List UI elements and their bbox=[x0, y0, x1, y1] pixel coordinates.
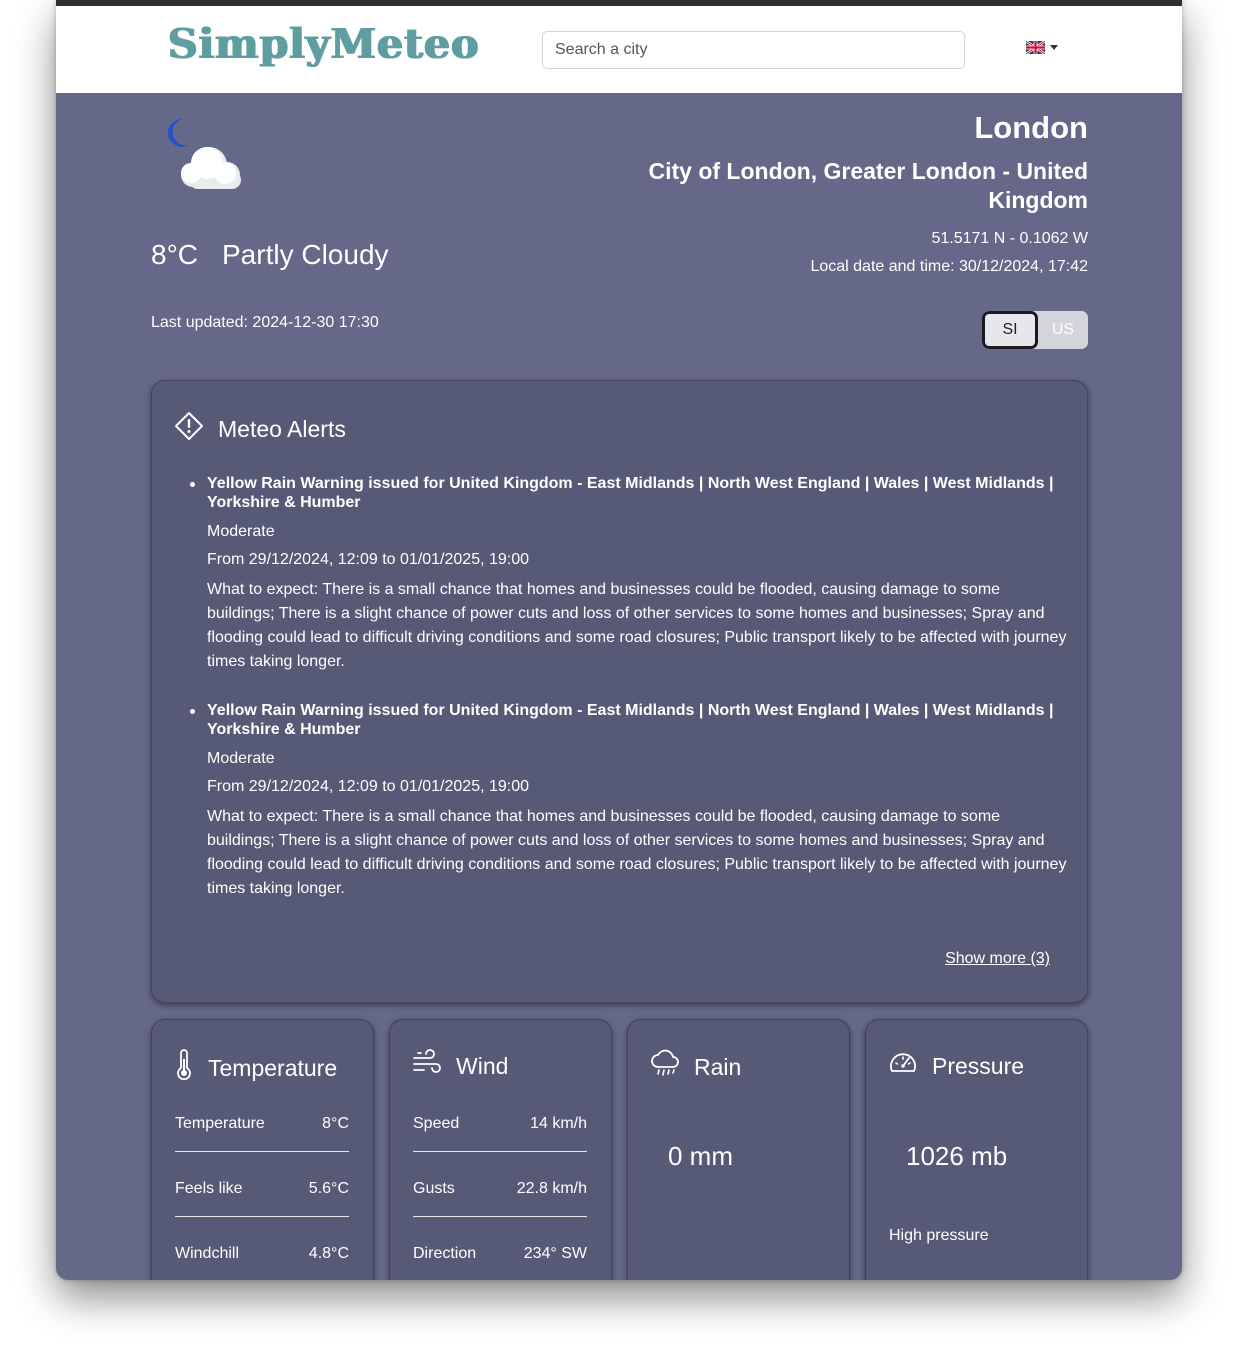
alerts-header: Meteo Alerts bbox=[174, 411, 346, 447]
alerts-title: Meteo Alerts bbox=[218, 415, 346, 442]
pressure-note: High pressure bbox=[889, 1227, 989, 1244]
stat-value: 5.6°C bbox=[308, 1180, 349, 1197]
partly-cloudy-night-icon bbox=[159, 113, 259, 193]
alert-item: Yellow Rain Warning issued for United Ki… bbox=[190, 474, 1067, 674]
alert-title: Yellow Rain Warning issued for United Ki… bbox=[207, 702, 1054, 738]
coordinates: 51.5171 N - 0.1062 W bbox=[931, 230, 1088, 247]
current-weather: 8°C Partly Cloudy bbox=[151, 239, 389, 271]
uk-flag-icon bbox=[1026, 41, 1045, 54]
local-time: Local date and time: 30/12/2024, 17:42 bbox=[810, 258, 1088, 275]
current-condition: Partly Cloudy bbox=[222, 239, 389, 270]
logo[interactable]: SimplyMeteo bbox=[168, 20, 479, 68]
current-temperature: 8°C bbox=[151, 239, 198, 270]
search-input[interactable] bbox=[542, 31, 965, 69]
stat-value: 22.8 km/h bbox=[516, 1180, 587, 1197]
unit-si-button[interactable]: SI bbox=[982, 311, 1038, 349]
region-name: City of London, Greater London - United … bbox=[648, 158, 1088, 213]
stat-value: 8°C bbox=[322, 1115, 349, 1132]
rain-card: Rain 0 mm bbox=[627, 1019, 850, 1280]
divider bbox=[413, 1216, 587, 1217]
pressure-card-title: Pressure bbox=[932, 1052, 1025, 1079]
stat-row: Gusts 22.8 km/h bbox=[413, 1180, 587, 1198]
stat-row: Temperature 8°C bbox=[175, 1115, 349, 1133]
temperature-card-title: Temperature bbox=[208, 1054, 338, 1081]
meteo-alerts-card: Meteo Alerts Yellow Rain Warning issued … bbox=[151, 380, 1088, 1003]
last-updated-label: Last updated: bbox=[151, 314, 248, 331]
stat-row: Speed 14 km/h bbox=[413, 1115, 587, 1133]
stat-label: Windchill bbox=[175, 1245, 240, 1262]
temperature-card-header: Temperature bbox=[174, 1049, 337, 1087]
temperature-card: Temperature Temperature 8°C Feels like 5… bbox=[151, 1019, 374, 1280]
alert-title: Yellow Rain Warning issued for United Ki… bbox=[207, 475, 1054, 511]
language-dropdown[interactable] bbox=[1026, 41, 1058, 54]
pressure-card: Pressure 1026 mb High pressure bbox=[865, 1019, 1088, 1280]
stat-label: Direction bbox=[413, 1245, 477, 1262]
pressure-value: 1026 mb bbox=[906, 1141, 1008, 1171]
stat-row: Feels like 5.6°C bbox=[175, 1180, 349, 1198]
alert-period: From 29/12/2024, 12:09 to 01/01/2025, 19… bbox=[207, 551, 530, 568]
show-more-link[interactable]: Show more (3) bbox=[945, 950, 1050, 968]
chevron-down-icon bbox=[1050, 45, 1058, 50]
alert-period: From 29/12/2024, 12:09 to 01/01/2025, 19… bbox=[207, 778, 530, 795]
stat-value: 4.8°C bbox=[308, 1245, 349, 1262]
alert-severity: Moderate bbox=[207, 523, 275, 540]
pressure-card-header: Pressure bbox=[888, 1049, 1024, 1083]
unit-us-button[interactable]: US bbox=[1038, 311, 1088, 349]
rain-amount: 0 mm bbox=[668, 1141, 733, 1171]
unit-toggle: SI US bbox=[982, 311, 1088, 349]
gauge-icon bbox=[888, 1049, 918, 1083]
stat-value: 14 km/h bbox=[530, 1115, 587, 1132]
last-updated-value: 2024-12-30 17:30 bbox=[252, 314, 379, 331]
stat-row: Direction 234° SW bbox=[413, 1245, 587, 1263]
stat-label: Gusts bbox=[413, 1180, 455, 1197]
divider bbox=[413, 1151, 587, 1152]
alert-severity: Moderate bbox=[207, 750, 275, 767]
stat-label: Feels like bbox=[175, 1180, 243, 1197]
warning-diamond-icon bbox=[174, 411, 204, 447]
rain-card-title: Rain bbox=[694, 1053, 742, 1080]
rain-card-header: Rain bbox=[650, 1049, 741, 1085]
city-name: London bbox=[974, 110, 1088, 145]
stat-label: Speed bbox=[413, 1115, 460, 1132]
navbar: SimplyMeteo bbox=[56, 6, 1182, 93]
divider bbox=[175, 1216, 349, 1217]
divider bbox=[175, 1151, 349, 1152]
thermometer-icon bbox=[174, 1049, 194, 1087]
alert-list: Yellow Rain Warning issued for United Ki… bbox=[190, 474, 1067, 928]
stat-value: 234° SW bbox=[523, 1245, 587, 1262]
rain-cloud-icon bbox=[650, 1049, 680, 1085]
wind-icon bbox=[412, 1049, 442, 1083]
alert-item: Yellow Rain Warning issued for United Ki… bbox=[190, 701, 1067, 901]
wind-card-title: Wind bbox=[456, 1052, 509, 1079]
stat-label: Temperature bbox=[175, 1115, 265, 1132]
last-updated: Last updated: 2024-12-30 17:30 bbox=[151, 314, 379, 332]
alert-description: What to expect: There is a small chance … bbox=[207, 581, 1067, 670]
alert-description: What to expect: There is a small chance … bbox=[207, 808, 1067, 897]
weather-cards: Temperature Temperature 8°C Feels like 5… bbox=[151, 1019, 1088, 1280]
browser-window: SimplyMeteo Search a city 8°C Partly Clo… bbox=[56, 0, 1182, 1280]
stat-row: Windchill 4.8°C bbox=[175, 1245, 349, 1263]
wind-card: Wind Speed 14 km/h Gusts 22.8 km/h Direc… bbox=[389, 1019, 612, 1280]
wind-card-header: Wind bbox=[412, 1049, 508, 1083]
